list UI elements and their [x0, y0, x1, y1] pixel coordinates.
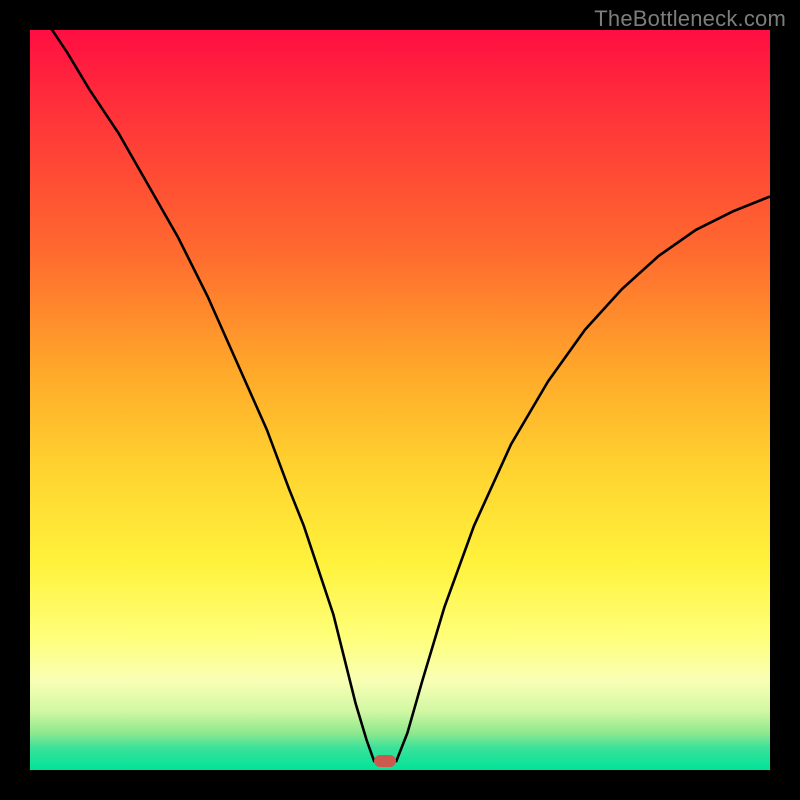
- chart-canvas: TheBottleneck.com: [0, 0, 800, 800]
- chart-frame: [0, 0, 800, 800]
